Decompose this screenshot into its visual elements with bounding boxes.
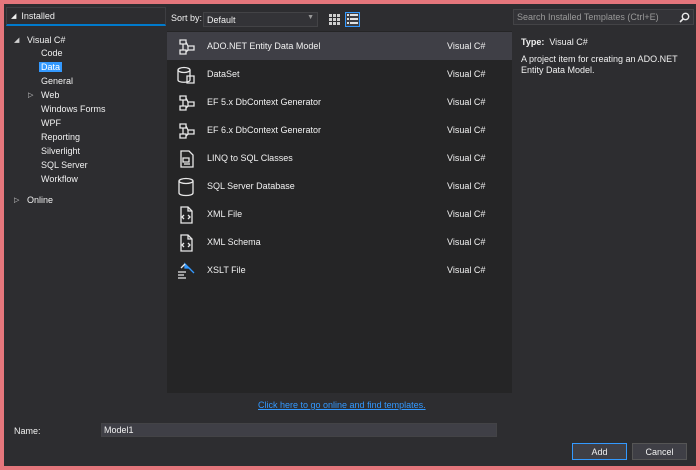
collapse-arrow-icon[interactable]: ◢ bbox=[11, 12, 16, 20]
list-item-ef6-dbcontext-generator[interactable]: EF 6.x DbContext Generator Visual C# bbox=[167, 116, 512, 144]
list-item-ado-net-entity-data-model[interactable]: ADO.NET Entity Data Model Visual C# bbox=[167, 32, 512, 60]
tree-node-label: Online bbox=[27, 195, 54, 205]
list-item-sql-server-database[interactable]: SQL Server Database Visual C# bbox=[167, 172, 512, 200]
type-row: Type: Visual C# bbox=[521, 37, 691, 47]
tree-node-label: Visual C# bbox=[27, 35, 66, 45]
tree-node-silverlight[interactable]: Silverlight bbox=[41, 145, 80, 157]
item-language: Visual C# bbox=[447, 153, 486, 163]
list-item-xslt-file[interactable]: XSLT File Visual C# bbox=[167, 256, 512, 284]
item-name: XSLT File bbox=[207, 265, 246, 275]
cancel-button-label: Cancel bbox=[645, 446, 674, 457]
xslt-icon bbox=[178, 262, 195, 279]
tree-node-wpf[interactable]: WPF bbox=[41, 117, 61, 129]
tree-node-sql-server[interactable]: SQL Server bbox=[41, 159, 88, 171]
item-name: EF 5.x DbContext Generator bbox=[207, 97, 322, 107]
item-name: ADO.NET Entity Data Model bbox=[207, 41, 321, 51]
item-language: Visual C# bbox=[447, 265, 486, 275]
item-language: Visual C# bbox=[447, 69, 486, 79]
item-name: DataSet bbox=[207, 69, 240, 79]
item-name: XML Schema bbox=[207, 237, 261, 247]
list-item-linq-to-sql-classes[interactable]: LINQ to SQL Classes Visual C# bbox=[167, 144, 512, 172]
tree-node-label: General bbox=[41, 76, 74, 86]
tree-node-visual-csharp[interactable]: ◢ Visual C# bbox=[14, 34, 65, 46]
chevron-down-icon: ▼ bbox=[307, 14, 314, 21]
sort-by-value: Default bbox=[207, 14, 236, 25]
search-icon[interactable] bbox=[679, 12, 690, 23]
small-icons-view-button[interactable] bbox=[345, 12, 360, 27]
list-item-xml-file[interactable]: XML File Visual C# bbox=[167, 200, 512, 228]
name-label: Name: bbox=[14, 426, 41, 436]
item-language: Visual C# bbox=[447, 209, 486, 219]
list-item-xml-schema[interactable]: XML Schema Visual C# bbox=[167, 228, 512, 256]
xml-file-icon bbox=[180, 206, 193, 224]
sort-by-label: Sort by: bbox=[171, 13, 203, 23]
add-button-label: Add bbox=[591, 446, 608, 457]
item-name: LINQ to SQL Classes bbox=[207, 153, 293, 163]
type-label: Type: bbox=[521, 37, 545, 47]
item-language: Visual C# bbox=[447, 97, 486, 107]
linq-icon bbox=[180, 150, 194, 168]
item-language: Visual C# bbox=[447, 181, 486, 191]
item-language: Visual C# bbox=[447, 125, 486, 135]
template-list: ADO.NET Entity Data Model Visual C# Data… bbox=[167, 31, 512, 393]
type-value: Visual C# bbox=[549, 37, 588, 47]
tree-node-label: Code bbox=[41, 48, 63, 58]
template-details: Type: Visual C# A project item for creat… bbox=[521, 37, 691, 76]
template-description: A project item for creating an ADO.NET E… bbox=[521, 54, 678, 75]
item-language: Visual C# bbox=[447, 237, 486, 247]
tree-node-code[interactable]: Code bbox=[41, 47, 63, 59]
add-button[interactable]: Add bbox=[572, 443, 627, 460]
collapsed-arrow-icon[interactable]: ▷ bbox=[28, 91, 36, 99]
online-templates-link[interactable]: Click here to go online and find templat… bbox=[258, 400, 426, 410]
item-name: EF 6.x DbContext Generator bbox=[207, 125, 322, 135]
expanded-arrow-icon[interactable]: ◢ bbox=[14, 36, 22, 44]
name-input[interactable] bbox=[101, 423, 497, 437]
tree-node-label: Web bbox=[41, 90, 60, 100]
tree-node-label: Silverlight bbox=[41, 146, 81, 156]
grid-view-icon bbox=[329, 14, 340, 25]
item-name: SQL Server Database bbox=[207, 181, 295, 191]
search-placeholder: Search Installed Templates (Ctrl+E) bbox=[517, 12, 659, 22]
dataset-icon bbox=[177, 66, 195, 84]
tree-node-label: Workflow bbox=[41, 174, 78, 184]
template-tree: ◢ Visual C# Code Data General ▷ Web Wind… bbox=[6, 28, 166, 418]
entity-model-icon bbox=[179, 39, 195, 55]
search-templates-input[interactable]: Search Installed Templates (Ctrl+E) bbox=[513, 9, 694, 25]
tree-node-label: Data bbox=[39, 62, 63, 72]
tree-header-installed[interactable]: ◢ Installed bbox=[6, 7, 166, 26]
tree-node-general[interactable]: General bbox=[41, 75, 73, 87]
cancel-button[interactable]: Cancel bbox=[632, 443, 687, 460]
collapsed-arrow-icon[interactable]: ▷ bbox=[14, 196, 22, 204]
tree-node-web[interactable]: ▷ Web bbox=[28, 89, 59, 101]
database-icon bbox=[178, 177, 194, 197]
large-icons-view-button[interactable] bbox=[327, 12, 342, 27]
sort-by-dropdown[interactable]: Default ▼ bbox=[203, 12, 318, 27]
item-name: XML File bbox=[207, 209, 243, 219]
tree-node-workflow[interactable]: Workflow bbox=[41, 173, 78, 185]
tree-header-label: Installed bbox=[21, 11, 55, 21]
add-new-item-dialog: ◢ Installed ◢ Visual C# Code Data Genera… bbox=[4, 4, 696, 466]
list-item-dataset[interactable]: DataSet Visual C# bbox=[167, 60, 512, 88]
xml-schema-icon bbox=[180, 234, 193, 252]
tree-node-online[interactable]: ▷ Online bbox=[14, 194, 53, 206]
item-language: Visual C# bbox=[447, 41, 486, 51]
tree-node-windows-forms[interactable]: Windows Forms bbox=[41, 103, 106, 115]
tree-node-reporting[interactable]: Reporting bbox=[41, 131, 80, 143]
list-item-ef5-dbcontext-generator[interactable]: EF 5.x DbContext Generator Visual C# bbox=[167, 88, 512, 116]
tree-node-label: SQL Server bbox=[41, 160, 88, 170]
tree-node-data[interactable]: Data bbox=[39, 61, 63, 73]
entity-model-icon bbox=[179, 95, 195, 111]
sort-toolbar: Sort by: Default ▼ bbox=[167, 7, 512, 29]
tree-node-label: Windows Forms bbox=[41, 104, 106, 114]
entity-model-icon bbox=[179, 123, 195, 139]
tree-node-label: WPF bbox=[41, 118, 61, 128]
tree-node-label: Reporting bbox=[41, 132, 81, 142]
list-view-icon bbox=[347, 14, 358, 24]
